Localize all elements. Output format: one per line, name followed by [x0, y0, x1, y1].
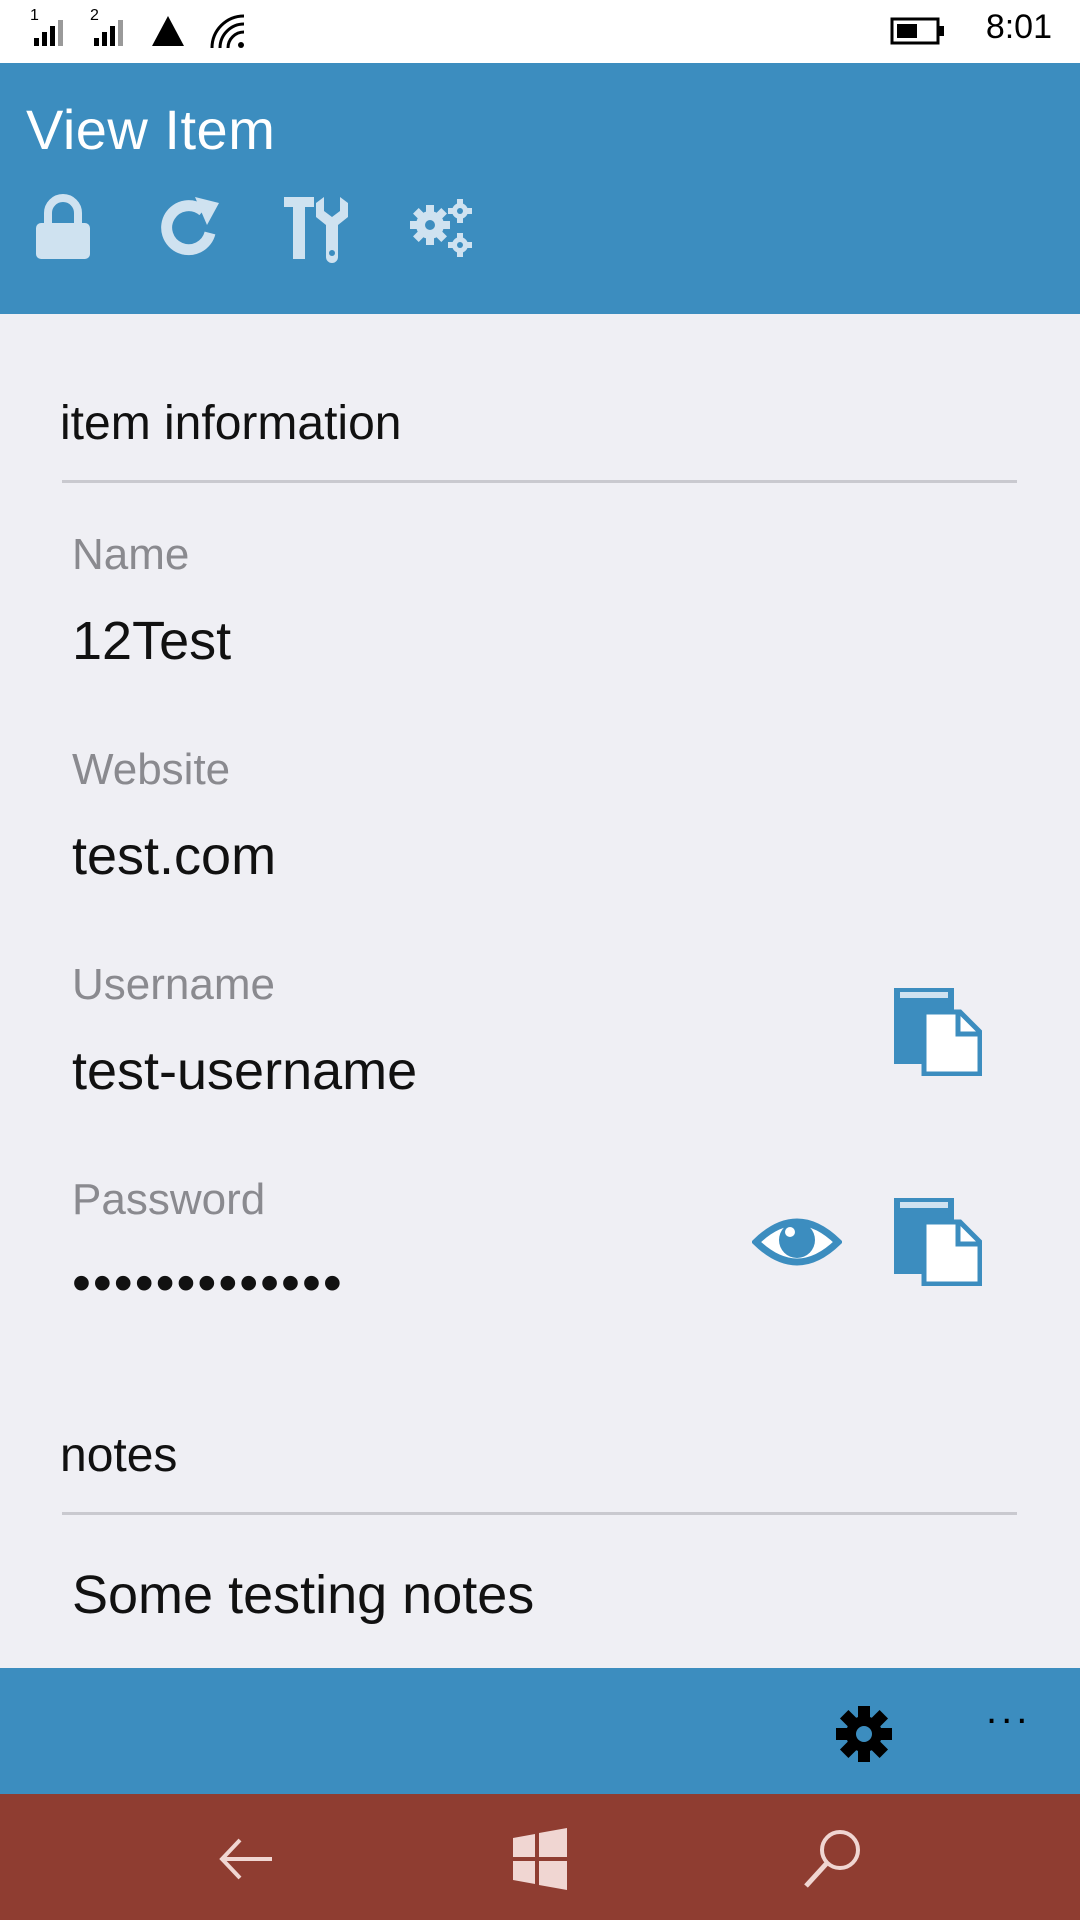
- signal-sim1-icon: 1: [30, 7, 63, 46]
- clock: 8:01: [985, 8, 1052, 46]
- back-arrow-icon: [219, 1838, 272, 1880]
- search-button[interactable]: [798, 1824, 868, 1894]
- sim1-label: 1: [30, 7, 39, 24]
- search-icon: [804, 1830, 860, 1888]
- more-options-button[interactable]: ...: [986, 1688, 1031, 1733]
- refresh-button[interactable]: [155, 193, 225, 263]
- system-nav-bar: [0, 1794, 1080, 1920]
- status-bar: 1 2 8:01: [0, 0, 1080, 63]
- section-title-notes: notes: [60, 1429, 178, 1482]
- settings-gears-button[interactable]: [408, 193, 478, 263]
- header: View Item: [0, 63, 1080, 314]
- data-triangle-icon: [152, 16, 184, 46]
- username-value: test-username: [72, 1041, 418, 1101]
- eye-icon: [750, 1218, 844, 1266]
- section-divider: [62, 480, 1017, 483]
- sim2-label: 2: [90, 7, 99, 24]
- password-label: Password: [72, 1175, 266, 1224]
- copy-icon: [894, 988, 983, 1077]
- app-settings-button[interactable]: [834, 1704, 894, 1764]
- battery-icon: [890, 17, 944, 45]
- lock-icon: [36, 194, 90, 259]
- item-content: item information Name 12Test Website tes…: [0, 314, 1080, 1668]
- username-label: Username: [72, 960, 275, 1009]
- signal-sim2-icon: 2: [90, 7, 123, 46]
- show-password-button[interactable]: [750, 1196, 844, 1286]
- gear-icon: [836, 1706, 892, 1762]
- back-button[interactable]: [212, 1824, 282, 1894]
- copy-username-button[interactable]: [892, 986, 983, 1077]
- copy-password-button[interactable]: [892, 1196, 983, 1287]
- start-button[interactable]: [505, 1824, 575, 1894]
- name-value: 12Test: [72, 611, 232, 671]
- notes-value: Some testing notes: [72, 1565, 535, 1625]
- website-label: Website: [72, 745, 231, 794]
- windows-icon: [513, 1828, 567, 1890]
- tools-button[interactable]: [282, 193, 352, 263]
- password-value: •••••••••••••: [72, 1253, 344, 1313]
- tools-icon: [284, 197, 348, 263]
- page-title: View Item: [26, 98, 276, 161]
- lock-button[interactable]: [28, 193, 98, 263]
- wifi-icon: [210, 14, 245, 49]
- section-divider: [62, 1512, 1017, 1515]
- app-bar: ...: [0, 1668, 1080, 1794]
- name-label: Name: [72, 530, 190, 579]
- settings-gears-icon: [410, 199, 472, 257]
- website-value[interactable]: test.com: [72, 825, 276, 887]
- copy-icon: [894, 1198, 983, 1287]
- refresh-icon: [161, 197, 219, 256]
- section-title-item-information: item information: [60, 397, 402, 450]
